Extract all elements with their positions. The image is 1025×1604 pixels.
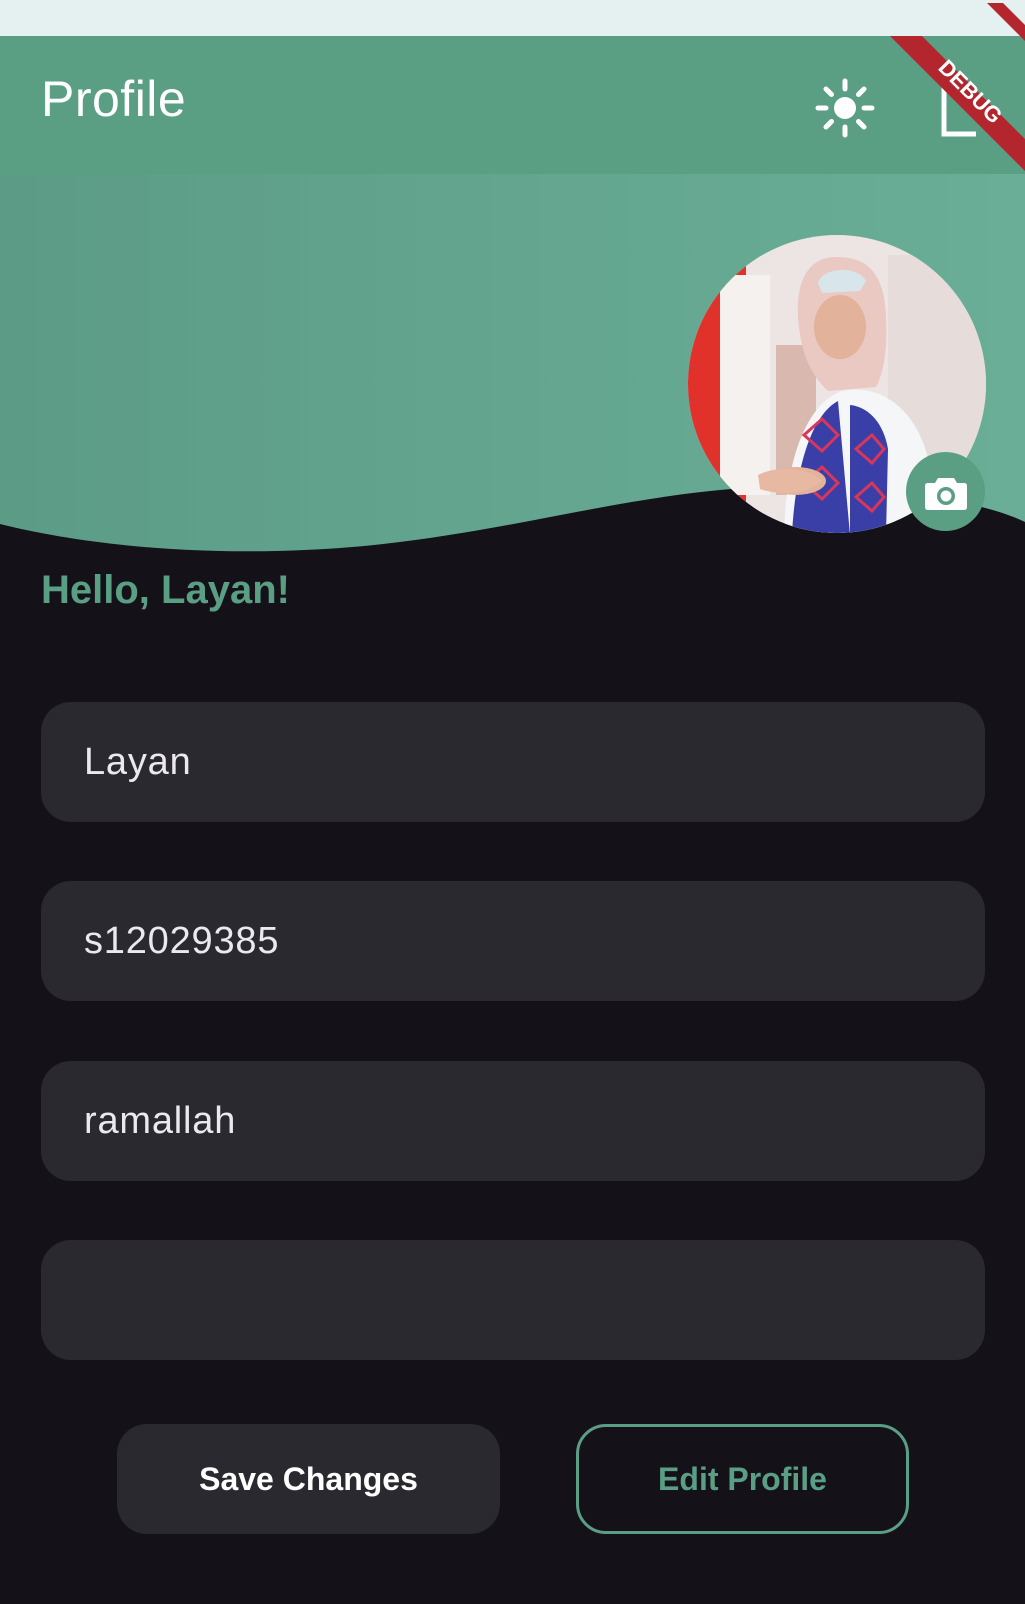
name-input[interactable] [82,739,946,785]
profile-screen: Profile DEBUG Hello, Layan! Layan s12029… [0,0,1025,1604]
greeting-text: Hello, Layan! [41,568,290,612]
sun-icon [815,78,875,138]
edit-profile-label: Edit Profile [658,1460,827,1497]
city-input[interactable] [82,1098,946,1144]
name-field[interactable] [41,702,985,822]
city-field[interactable] [41,1061,985,1181]
student-id-field[interactable] [41,881,985,1001]
logout-icon [941,86,976,137]
app-bar: Profile [0,36,1025,174]
camera-icon [924,477,967,510]
edit-profile-button[interactable]: Edit Profile [576,1424,909,1534]
save-changes-label: Save Changes [199,1460,418,1497]
save-changes-button[interactable]: Save Changes [117,1424,500,1534]
empty-field[interactable] [41,1240,985,1360]
status-bar [0,0,1025,36]
student-id-input[interactable] [82,918,946,964]
theme-toggle-button[interactable] [813,76,877,140]
empty-input[interactable] [82,1277,946,1323]
page-title: Profile [41,71,187,127]
change-photo-button[interactable] [906,452,985,531]
logout-button[interactable] [936,80,996,140]
